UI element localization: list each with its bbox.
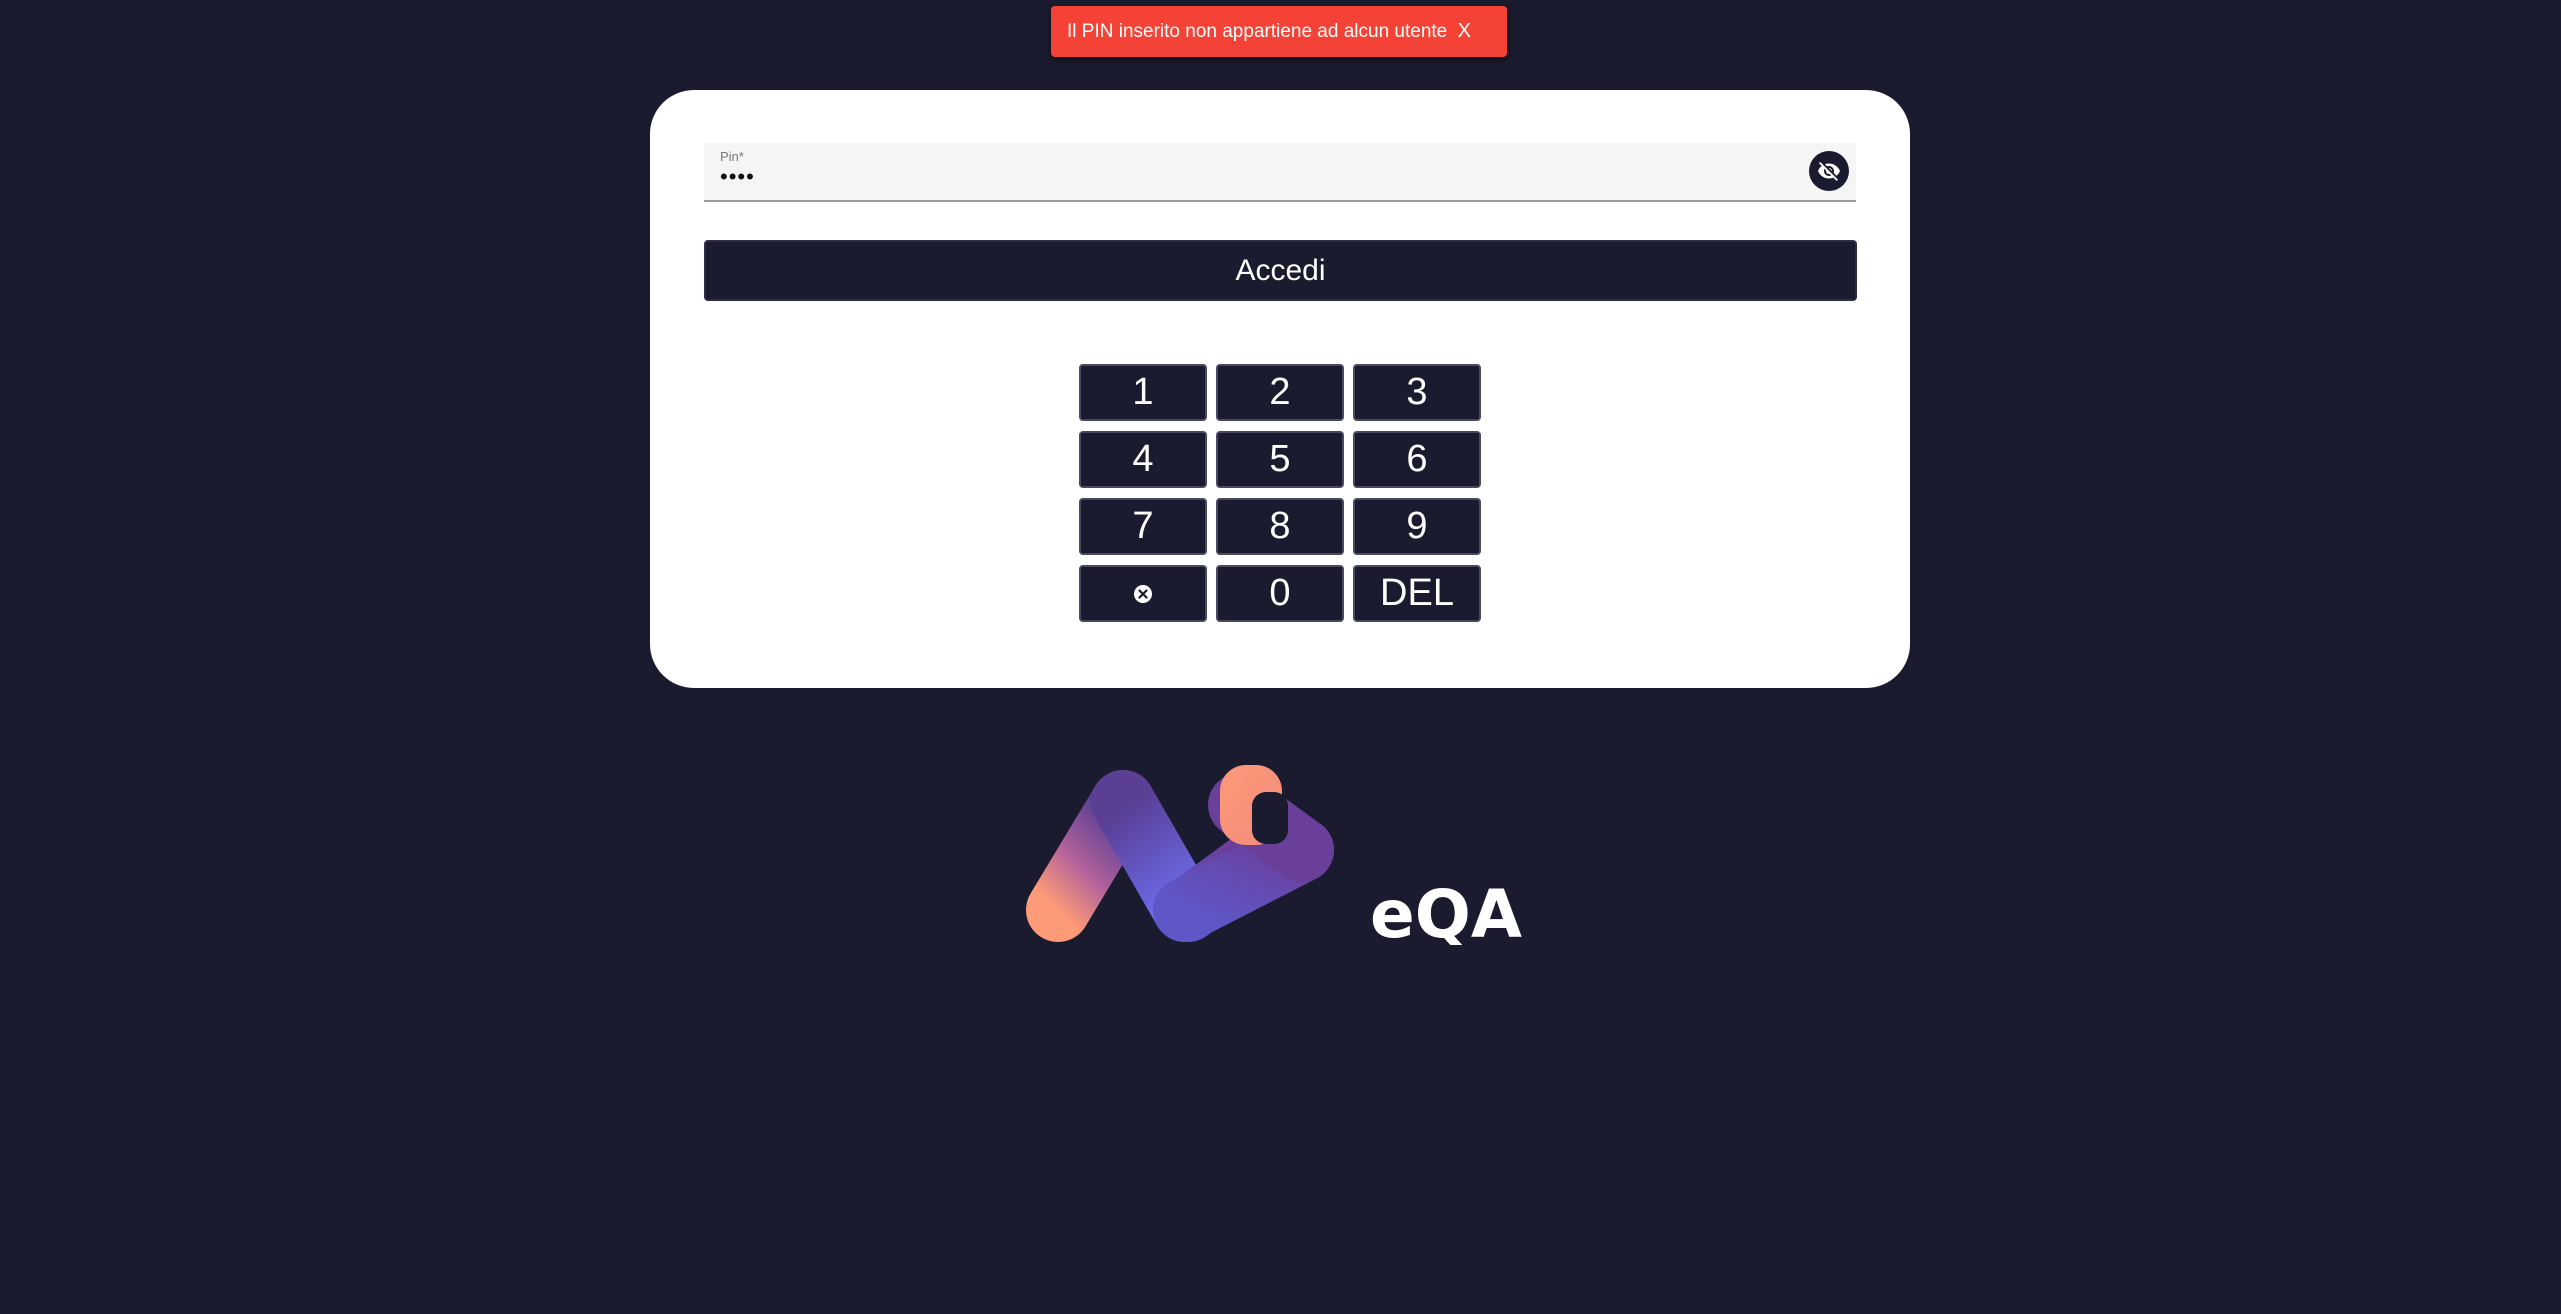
key-0[interactable]: 0 — [1216, 565, 1344, 622]
eye-off-icon — [1818, 162, 1840, 181]
key-2[interactable]: 2 — [1216, 364, 1344, 421]
pin-value[interactable]: •••• — [720, 165, 755, 189]
key-3[interactable]: 3 — [1353, 364, 1481, 421]
error-toast: Il PIN inserito non appartiene ad alcun … — [1051, 6, 1507, 57]
logo-wordmark: eQA — [1370, 876, 1522, 945]
key-7[interactable]: 7 — [1079, 498, 1207, 555]
delete-key[interactable]: DEL — [1353, 565, 1481, 622]
cancel-circle-icon — [1134, 584, 1152, 603]
login-page: Il PIN inserito non appartiene ad alcun … — [0, 0, 2561, 1314]
pin-label: Pin* — [720, 149, 744, 164]
key-9[interactable]: 9 — [1353, 498, 1481, 555]
pin-keypad: 1 2 3 4 5 6 7 8 9 0 DEL — [1079, 364, 1481, 622]
toast-message: Il PIN inserito non appartiene ad alcun … — [1067, 20, 1448, 42]
clear-key[interactable] — [1079, 565, 1207, 622]
toast-close-button[interactable]: X — [1458, 20, 1475, 43]
key-8[interactable]: 8 — [1216, 498, 1344, 555]
key-5[interactable]: 5 — [1216, 431, 1344, 488]
login-card: Pin* •••• Accedi 1 2 3 4 5 6 7 8 9 0 DEL — [650, 90, 1910, 688]
pin-input[interactable]: Pin* •••• — [704, 143, 1856, 202]
eqa-logo: eQA — [1026, 765, 1522, 945]
key-6[interactable]: 6 — [1353, 431, 1481, 488]
key-1[interactable]: 1 — [1079, 364, 1207, 421]
key-4[interactable]: 4 — [1079, 431, 1207, 488]
login-button[interactable]: Accedi — [704, 240, 1857, 301]
toggle-visibility-button[interactable] — [1809, 151, 1849, 191]
